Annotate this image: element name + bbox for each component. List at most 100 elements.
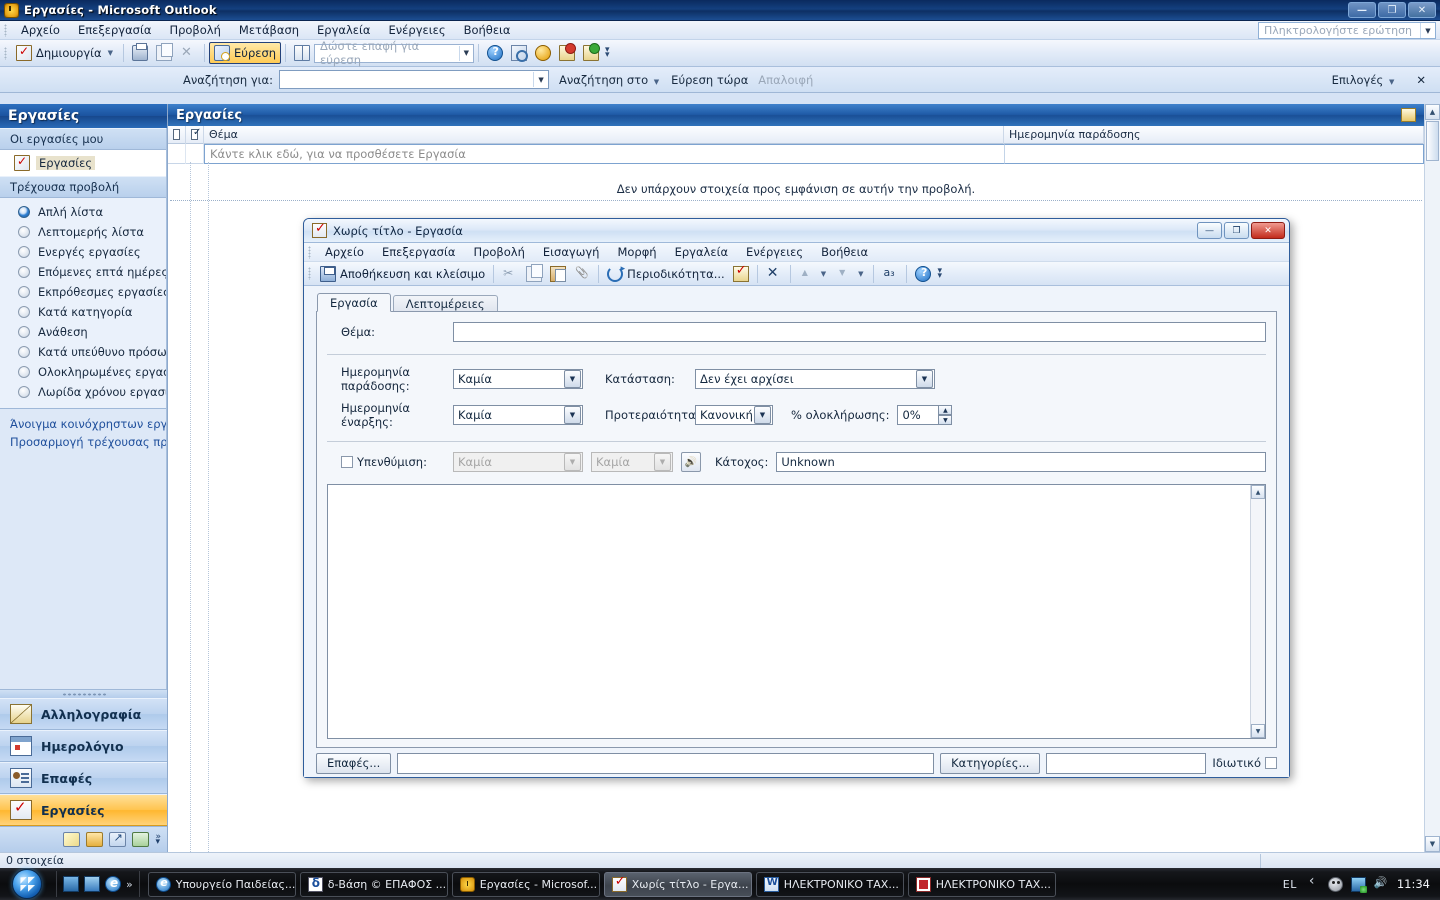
menu-view[interactable]: Προβολή: [160, 21, 229, 39]
taskbar-button[interactable]: δ-Βάση © ΕΠΑΦΟΣ ...: [299, 871, 448, 897]
owner-input[interactable]: Unknown: [776, 452, 1266, 472]
folder-item-tasks[interactable]: Εργασίες: [0, 152, 166, 174]
chevron-down-icon[interactable]: ▼: [458, 45, 473, 61]
chevron-down-icon[interactable]: ▼: [564, 453, 581, 471]
chevron-down-icon[interactable]: ▼: [1420, 23, 1435, 38]
percent-complete-stepper[interactable]: ▲ ▼: [938, 405, 953, 425]
taskbar-button[interactable]: Χωρίς τίτλο - Εργα...: [603, 871, 752, 897]
priority-combo[interactable]: Κανονική ▼: [695, 405, 773, 425]
shortcuts-icon[interactable]: [109, 831, 127, 847]
toolbar-grip-icon[interactable]: [4, 46, 7, 60]
dialog-menu-file[interactable]: Αρχείο: [316, 243, 373, 261]
reminder-sound-button[interactable]: [681, 452, 701, 472]
percent-complete-input[interactable]: 0%: [897, 405, 940, 425]
chevron-down-icon[interactable]: ▼: [916, 370, 933, 388]
clear-link[interactable]: Απαλοιφή: [758, 73, 813, 87]
customize-current-view-link[interactable]: Προσαρμογή τρέχουσας προβολής: [10, 433, 166, 451]
save-and-close-button[interactable]: Αποθήκευση και κλείσιμο: [316, 263, 489, 285]
notes-scroll-up-button[interactable]: ▲: [1251, 485, 1265, 499]
menu-actions[interactable]: Ενέργειες: [379, 21, 454, 39]
close-search-button[interactable]: ✕: [1416, 73, 1426, 87]
dialog-menu-view[interactable]: Προβολή: [464, 243, 533, 261]
chevron-down-icon[interactable]: ▼: [754, 406, 771, 424]
tab-details[interactable]: Λεπτομέρειες: [392, 295, 498, 312]
notes-icon[interactable]: [63, 832, 81, 847]
taskbar-button[interactable]: Υπουργείο Παιδείας...: [147, 871, 296, 897]
folder-list-icon[interactable]: [86, 832, 104, 847]
chevron-down-icon[interactable]: ▼: [858, 270, 863, 278]
stepper-down-icon[interactable]: ▼: [938, 415, 953, 425]
taskbar-button[interactable]: ΗΛΕΚΤΡΟΝΙΚΟ ΤΑΧ...: [755, 871, 904, 897]
contacts-input[interactable]: [397, 752, 935, 774]
assign-task-button[interactable]: [729, 263, 753, 285]
new-task-row[interactable]: Κάντε κλικ εδώ, για να προσθέσετε Εργασί…: [168, 143, 1424, 164]
view-option-completed-tasks[interactable]: Ολοκληρωμένες εργασίες: [0, 362, 166, 382]
internet-explorer-icon[interactable]: [105, 876, 121, 892]
private-checkbox[interactable]: [1265, 757, 1277, 769]
sidebar-item-contacts[interactable]: Επαφές: [0, 762, 167, 794]
notes-scrollbar[interactable]: ▲ ▼: [1250, 485, 1265, 738]
view-option-assignment[interactable]: Ανάθεση: [0, 322, 166, 342]
menu-edit[interactable]: Επεξεργασία: [69, 21, 160, 39]
column-header-complete[interactable]: [186, 125, 204, 144]
find-now-link[interactable]: Εύρεση τώρα: [671, 73, 748, 87]
search-input[interactable]: ▼: [279, 70, 550, 89]
column-header-due-date[interactable]: Ημερομηνία παράδοσης: [1004, 125, 1424, 144]
search-in-dropdown[interactable]: Αναζήτηση στο ▼: [559, 73, 661, 87]
spam-options-button[interactable]: [531, 42, 555, 64]
journal-icon[interactable]: [132, 832, 150, 847]
recurrence-button[interactable]: Περιοδικότητα...: [603, 263, 729, 285]
chevron-down-icon[interactable]: ▼: [654, 453, 671, 471]
tab-task[interactable]: Εργασία: [317, 293, 391, 312]
dialog-menu-insert[interactable]: Εισαγωγή: [534, 243, 609, 261]
sidebar-item-tasks[interactable]: Εργασίες: [0, 794, 167, 826]
menu-tools[interactable]: Εργαλεία: [308, 21, 379, 39]
volume-icon[interactable]: [1374, 876, 1389, 892]
dialog-menu-tools[interactable]: Εργαλεία: [666, 243, 737, 261]
ask-question-input[interactable]: Πληκτρολογήστε ερώτηση ▼: [1258, 22, 1436, 39]
scroll-down-button[interactable]: ▼: [1425, 836, 1440, 852]
new-task-input[interactable]: Κάντε κλικ εδώ, για να προσθέσετε Εργασί…: [204, 143, 1004, 164]
scrollbar-thumb[interactable]: [1426, 121, 1439, 161]
contacts-button[interactable]: Επαφές...: [316, 752, 392, 774]
reminder-date-combo[interactable]: Καμία ▼: [453, 452, 583, 472]
language-indicator[interactable]: EL: [1283, 878, 1297, 891]
find-button[interactable]: Εύρεση: [209, 42, 282, 64]
contact-search-input[interactable]: Δώστε επαφή για εύρεση ▼: [314, 39, 475, 67]
view-option-next-seven-days[interactable]: Επόμενες επτά ημέρες: [0, 262, 166, 282]
print-button[interactable]: [128, 42, 152, 64]
help-button[interactable]: [483, 42, 507, 64]
clock[interactable]: 11:34: [1397, 877, 1430, 891]
scrollbar-track[interactable]: [1425, 162, 1440, 836]
toolbar-overflow-icon[interactable]: ▾ ▾: [605, 46, 610, 60]
security-icon[interactable]: [1327, 876, 1343, 892]
move-to-folder-button[interactable]: [152, 42, 176, 64]
switch-windows-icon[interactable]: [84, 876, 100, 892]
chevron-down-icon[interactable]: ▼: [564, 406, 581, 424]
sidebar-item-mail[interactable]: Αλληλογραφία: [0, 698, 167, 730]
attach-file-button[interactable]: [570, 263, 594, 285]
view-option-detailed-list[interactable]: Λεπτομερής λίστα: [0, 222, 166, 242]
chevron-down-icon[interactable]: ▼: [821, 270, 826, 278]
dialog-maximize-button[interactable]: ❐: [1224, 222, 1249, 239]
dialog-menu-format[interactable]: Μορφή: [608, 243, 665, 261]
previous-item-button[interactable]: ▼: [795, 263, 832, 285]
restore-button[interactable]: ❐: [1378, 2, 1406, 18]
nav-overflow-icon[interactable]: » ▾: [155, 832, 161, 846]
dialog-menu-actions[interactable]: Ενέργειες: [737, 243, 812, 261]
notes-scroll-down-button[interactable]: ▼: [1251, 724, 1265, 738]
menu-go[interactable]: Μετάβαση: [230, 21, 308, 39]
reminder-checkbox[interactable]: [341, 456, 353, 468]
new-button[interactable]: Δημιουργία ▼: [12, 42, 119, 64]
dialog-toolbar-overflow-icon[interactable]: ▾ ▾: [937, 266, 942, 280]
search-tool-button[interactable]: [507, 42, 531, 64]
tray-expand-icon[interactable]: [1305, 873, 1320, 892]
subject-input[interactable]: [453, 322, 1266, 342]
block-sender-button[interactable]: [555, 42, 579, 64]
dialog-help-button[interactable]: [911, 263, 935, 285]
column-header-icon[interactable]: [168, 125, 186, 144]
status-combo[interactable]: Δεν έχει αρχίσει ▼: [695, 369, 935, 389]
show-desktop-icon[interactable]: [63, 876, 79, 892]
menu-file[interactable]: Αρχείο: [12, 21, 69, 39]
taskbar-button[interactable]: Εργασίες - Microsof...: [451, 871, 600, 897]
